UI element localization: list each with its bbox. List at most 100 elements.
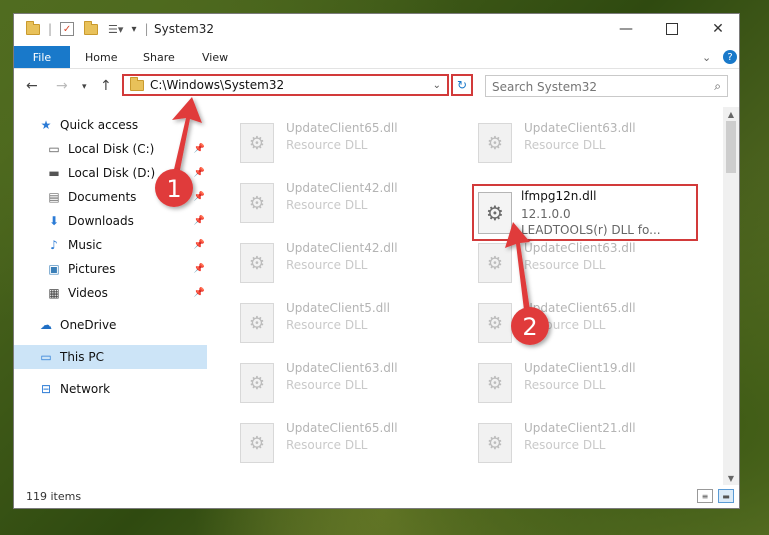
close-button[interactable]: ✕ — [695, 14, 741, 44]
dll-file-icon: ⚙ — [478, 243, 512, 283]
file-name: UpdateClient63.dll — [524, 121, 636, 135]
new-folder-icon[interactable] — [84, 20, 99, 35]
tab-file[interactable]: File — [14, 46, 70, 68]
vertical-scrollbar[interactable]: ▲ ▼ — [723, 107, 739, 485]
customize-toolbar-icon[interactable]: ☰▾ — [108, 23, 123, 36]
folder-icon — [26, 20, 40, 35]
file-description: Resource DLL — [286, 438, 368, 452]
dll-file-icon: ⚙ — [240, 363, 274, 403]
large-icons-view-icon[interactable]: ▬ — [718, 489, 734, 503]
tab-home[interactable]: Home — [85, 46, 117, 68]
list-item[interactable]: ⚙ UpdateClient21.dll Resource DLL — [472, 417, 702, 469]
sidebar-item-label: Downloads — [68, 214, 134, 228]
pin-icon[interactable]: 📌 — [194, 264, 205, 274]
list-item[interactable]: ⚙ UpdateClient65.dll Resource DLL — [234, 417, 464, 469]
sidebar-item-local-disk-d[interactable]: ▬ Local Disk (D:) 📌 — [14, 161, 207, 185]
document-icon: ▤ — [48, 190, 60, 204]
dll-file-icon: ⚙ — [240, 303, 274, 343]
sidebar-item-label: Local Disk (D:) — [68, 166, 156, 180]
list-item[interactable]: ⚙ UpdateClient63.dll Resource DLL — [234, 357, 464, 409]
tab-share[interactable]: Share — [143, 46, 175, 68]
file-name: UpdateClient63.dll — [286, 361, 398, 375]
sidebar-item-label: OneDrive — [60, 318, 117, 332]
list-item[interactable]: ⚙ UpdateClient19.dll Resource DLL — [472, 357, 702, 409]
music-icon: ♪ — [50, 238, 58, 252]
ribbon: File Home Share View ⌄ ? — [14, 46, 739, 69]
sidebar-item-label: Videos — [68, 286, 108, 300]
minimize-button[interactable]: — — [603, 14, 649, 44]
file-description: Resource DLL — [286, 198, 368, 212]
scroll-thumb[interactable] — [726, 121, 736, 173]
file-name: UpdateClient65.dll — [524, 301, 636, 315]
pin-icon[interactable]: 📌 — [194, 168, 205, 178]
star-icon: ★ — [40, 118, 52, 132]
up-button[interactable]: ↑ — [100, 78, 112, 94]
pin-icon[interactable]: 📌 — [194, 240, 205, 250]
search-box[interactable]: ⌕ — [485, 75, 728, 97]
sidebar-item-this-pc[interactable]: ▭ This PC — [14, 345, 207, 369]
pin-icon[interactable]: 📌 — [194, 144, 205, 154]
sidebar-item-label: Documents — [68, 190, 137, 204]
file-description: Resource DLL — [286, 378, 368, 392]
file-version: 12.1.0.0 — [521, 207, 571, 221]
search-input[interactable] — [490, 77, 704, 97]
help-button[interactable]: ? — [723, 46, 737, 68]
list-item[interactable]: ⚙ UpdateClient5.dll Resource DLL — [234, 297, 464, 349]
sidebar-item-pictures[interactable]: ▣ Pictures 📌 — [14, 257, 207, 281]
recent-locations-icon[interactable]: ▾ — [82, 82, 87, 92]
scroll-down-icon[interactable]: ▼ — [723, 471, 739, 485]
details-view-icon[interactable]: ≡ — [697, 489, 713, 503]
file-name: UpdateClient19.dll — [524, 361, 636, 375]
sidebar-item-quick-access[interactable]: ★ Quick access — [14, 113, 207, 137]
folder-icon — [130, 76, 144, 91]
expand-ribbon-icon[interactable]: ⌄ — [702, 46, 711, 68]
close-icon: ✕ — [712, 21, 724, 37]
divider-icon: | — [48, 22, 53, 36]
address-dropdown-icon[interactable]: ⌄ — [433, 80, 441, 91]
navigation-bar: ← → ▾ ↑ C:\Windows\System32 ⌄ ↻ ⌕ — [14, 69, 739, 103]
maximize-icon — [666, 23, 678, 35]
dll-file-icon: ⚙ — [240, 243, 274, 283]
dll-file-icon: ⚙ — [240, 123, 274, 163]
pin-icon[interactable]: 📌 — [194, 192, 205, 202]
file-name: UpdateClient42.dll — [286, 241, 398, 255]
sidebar-item-documents[interactable]: ▤ Documents 📌 — [14, 185, 207, 209]
forward-button[interactable]: → — [56, 78, 68, 94]
list-item[interactable]: ⚙ UpdateClient63.dll Resource DLL — [472, 237, 702, 289]
pin-icon[interactable]: 📌 — [194, 216, 205, 226]
list-item[interactable]: ⚙ UpdateClient42.dll Resource DLL — [234, 237, 464, 289]
minimize-icon: — — [619, 21, 633, 37]
tab-view[interactable]: View — [202, 46, 228, 68]
file-name: UpdateClient65.dll — [286, 421, 398, 435]
dll-file-icon: ⚙ — [478, 363, 512, 403]
dll-file-icon: ⚙ — [478, 123, 512, 163]
drive-icon: ▭ — [48, 142, 60, 156]
file-name: UpdateClient63.dll — [524, 241, 636, 255]
back-button[interactable]: ← — [26, 78, 38, 94]
properties-icon[interactable]: ✓ — [60, 22, 75, 36]
list-item[interactable]: ⚙ UpdateClient42.dll Resource DLL — [234, 177, 464, 229]
sidebar-item-onedrive[interactable]: ☁ OneDrive — [14, 313, 207, 337]
list-item[interactable]: ⚙ UpdateClient65.dll Resource DLL — [472, 297, 702, 349]
toolbar-dropdown-icon[interactable]: ▾ — [131, 24, 136, 35]
sidebar-item-downloads[interactable]: ⬇ Downloads 📌 — [14, 209, 207, 233]
sidebar-item-music[interactable]: ♪ Music 📌 — [14, 233, 207, 257]
file-name: lfmpg12n.dll — [521, 189, 597, 203]
address-bar[interactable]: C:\Windows\System32 ⌄ — [122, 74, 449, 96]
scroll-up-icon[interactable]: ▲ — [723, 107, 739, 121]
search-icon[interactable]: ⌕ — [714, 79, 721, 94]
file-description: Resource DLL — [524, 258, 606, 272]
maximize-button[interactable] — [649, 14, 695, 44]
pin-icon[interactable]: 📌 — [194, 288, 205, 298]
file-name: UpdateClient21.dll — [524, 421, 636, 435]
list-item[interactable]: ⚙ UpdateClient65.dll Resource DLL — [234, 117, 464, 169]
target-dll-file[interactable]: ⚙ lfmpg12n.dll 12.1.0.0 LEADTOOLS(r) DLL… — [472, 184, 698, 241]
sidebar-item-videos[interactable]: ▦ Videos 📌 — [14, 281, 207, 305]
refresh-button[interactable]: ↻ — [451, 74, 473, 96]
computer-icon: ▭ — [40, 350, 52, 364]
list-item[interactable]: ⚙ UpdateClient63.dll Resource DLL — [472, 117, 702, 169]
file-description: Resource DLL — [524, 438, 606, 452]
sidebar-item-local-disk-c[interactable]: ▭ Local Disk (C:) 📌 — [14, 137, 207, 161]
sidebar-item-network[interactable]: ⊟ Network — [14, 377, 207, 401]
dll-file-icon: ⚙ — [240, 183, 274, 223]
